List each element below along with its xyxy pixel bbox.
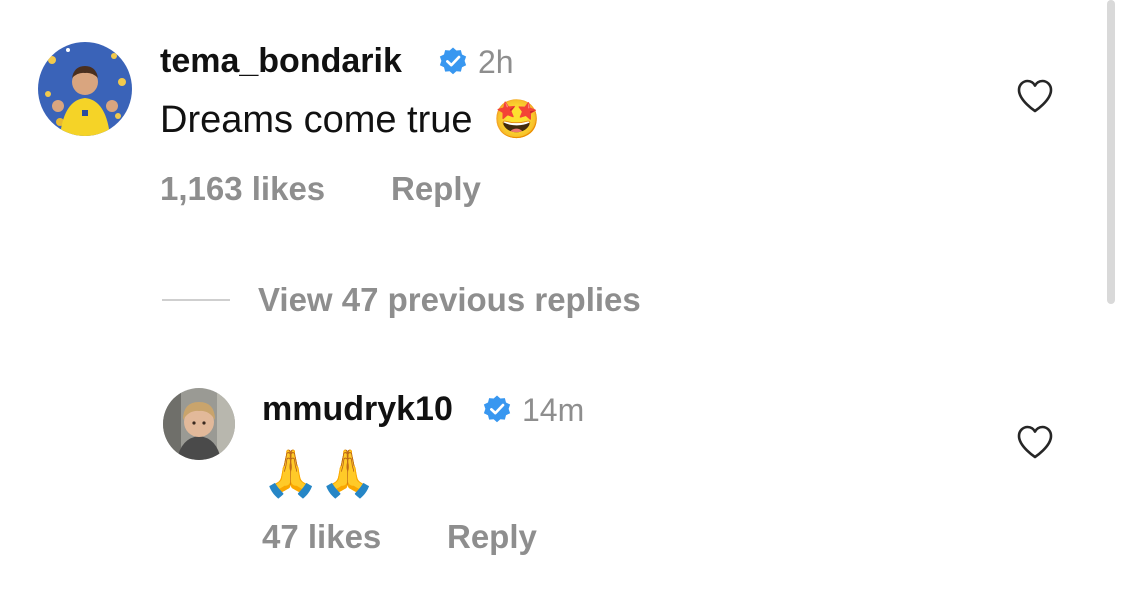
- comment-mmudryk10: mmudryk10 14m 🙏🙏 47 likes Reply: [0, 0, 1100, 603]
- avatar-image: [163, 388, 235, 460]
- reply-button[interactable]: Reply: [447, 518, 537, 556]
- avatar[interactable]: [163, 388, 235, 460]
- verified-badge-icon: [483, 395, 511, 423]
- like-count[interactable]: 47 likes: [262, 518, 381, 556]
- heart-icon[interactable]: [1016, 424, 1054, 460]
- comment-emoji: 🙏🙏: [262, 447, 377, 499]
- comment-time: 14m: [522, 392, 585, 428]
- username[interactable]: mmudryk10: [262, 390, 453, 429]
- scrollbar[interactable]: [1107, 0, 1115, 304]
